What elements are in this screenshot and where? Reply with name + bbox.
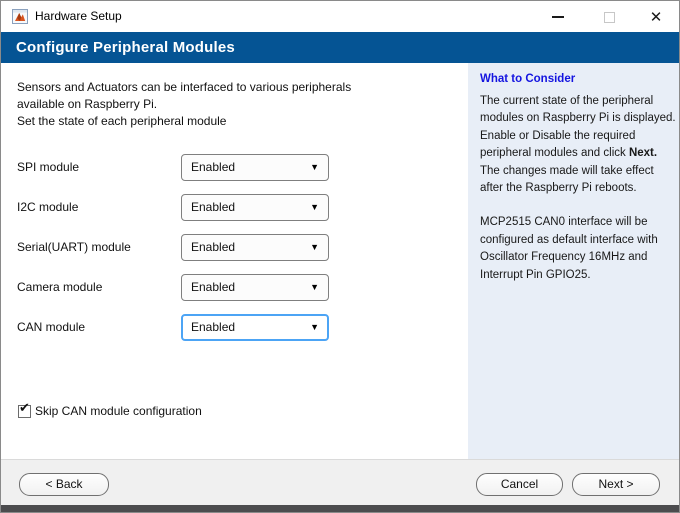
sidebar-p1-bold: Next. bbox=[629, 147, 657, 159]
footer-bar: < Back Cancel Next > bbox=[1, 459, 679, 505]
minimize-icon bbox=[552, 16, 564, 18]
page-title: Configure Peripheral Modules bbox=[1, 32, 679, 63]
can-module-select[interactable]: Enabled ▼ bbox=[181, 314, 329, 341]
help-sidebar: What to Consider The current state of th… bbox=[468, 63, 679, 459]
i2c-module-label: I2C module bbox=[17, 194, 78, 221]
sidebar-p1-text-after: The changes made will take effect after … bbox=[480, 165, 654, 194]
window-bottom-border bbox=[1, 505, 679, 512]
i2c-module-value: Enabled bbox=[191, 200, 235, 214]
camera-module-select[interactable]: Enabled ▼ bbox=[181, 274, 329, 301]
skip-can-checkbox-label: Skip CAN module configuration bbox=[35, 404, 202, 418]
close-button[interactable]: ✕ bbox=[640, 5, 672, 29]
skip-can-checkbox-row[interactable]: ✔ Skip CAN module configuration bbox=[18, 403, 202, 419]
matlab-app-icon bbox=[12, 9, 28, 24]
next-button[interactable]: Next > bbox=[572, 473, 660, 496]
checkmark-icon: ✔ bbox=[19, 401, 30, 414]
chevron-down-icon: ▼ bbox=[310, 155, 319, 180]
maximize-button[interactable] bbox=[593, 5, 625, 29]
camera-module-label: Camera module bbox=[17, 274, 102, 301]
skip-can-checkbox[interactable]: ✔ bbox=[18, 405, 31, 418]
cancel-button[interactable]: Cancel bbox=[476, 473, 563, 496]
spi-module-select[interactable]: Enabled ▼ bbox=[181, 154, 329, 181]
camera-module-value: Enabled bbox=[191, 280, 235, 294]
chevron-down-icon: ▼ bbox=[310, 275, 319, 300]
window-title: Hardware Setup bbox=[35, 1, 122, 32]
spi-module-value: Enabled bbox=[191, 160, 235, 174]
i2c-module-select[interactable]: Enabled ▼ bbox=[181, 194, 329, 221]
spi-module-label: SPI module bbox=[17, 154, 79, 181]
chevron-down-icon: ▼ bbox=[310, 235, 319, 260]
sidebar-paragraph-2: MCP2515 CAN0 interface will be configure… bbox=[480, 214, 678, 284]
serial-uart-module-select[interactable]: Enabled ▼ bbox=[181, 234, 329, 261]
intro-instruction: Set the state of each peripheral module bbox=[17, 113, 226, 130]
main-content: Sensors and Actuators can be interfaced … bbox=[1, 63, 467, 459]
serial-uart-module-label: Serial(UART) module bbox=[17, 234, 131, 261]
can-module-value: Enabled bbox=[191, 320, 235, 334]
chevron-down-icon: ▼ bbox=[310, 195, 319, 220]
serial-uart-module-value: Enabled bbox=[191, 240, 235, 254]
close-icon: ✕ bbox=[650, 10, 663, 25]
sidebar-title: What to Consider bbox=[480, 73, 667, 85]
titlebar: Hardware Setup ✕ bbox=[1, 1, 679, 32]
maximize-icon bbox=[604, 12, 615, 23]
back-button[interactable]: < Back bbox=[19, 473, 109, 496]
minimize-button[interactable] bbox=[542, 5, 574, 29]
intro-text: Sensors and Actuators can be interfaced … bbox=[17, 79, 351, 113]
chevron-down-icon: ▼ bbox=[310, 316, 319, 339]
can-module-label: CAN module bbox=[17, 314, 85, 341]
hardware-setup-window: Hardware Setup ✕ Configure Peripheral Mo… bbox=[0, 0, 680, 513]
sidebar-paragraph-1: The current state of the peripheral modu… bbox=[480, 93, 678, 197]
